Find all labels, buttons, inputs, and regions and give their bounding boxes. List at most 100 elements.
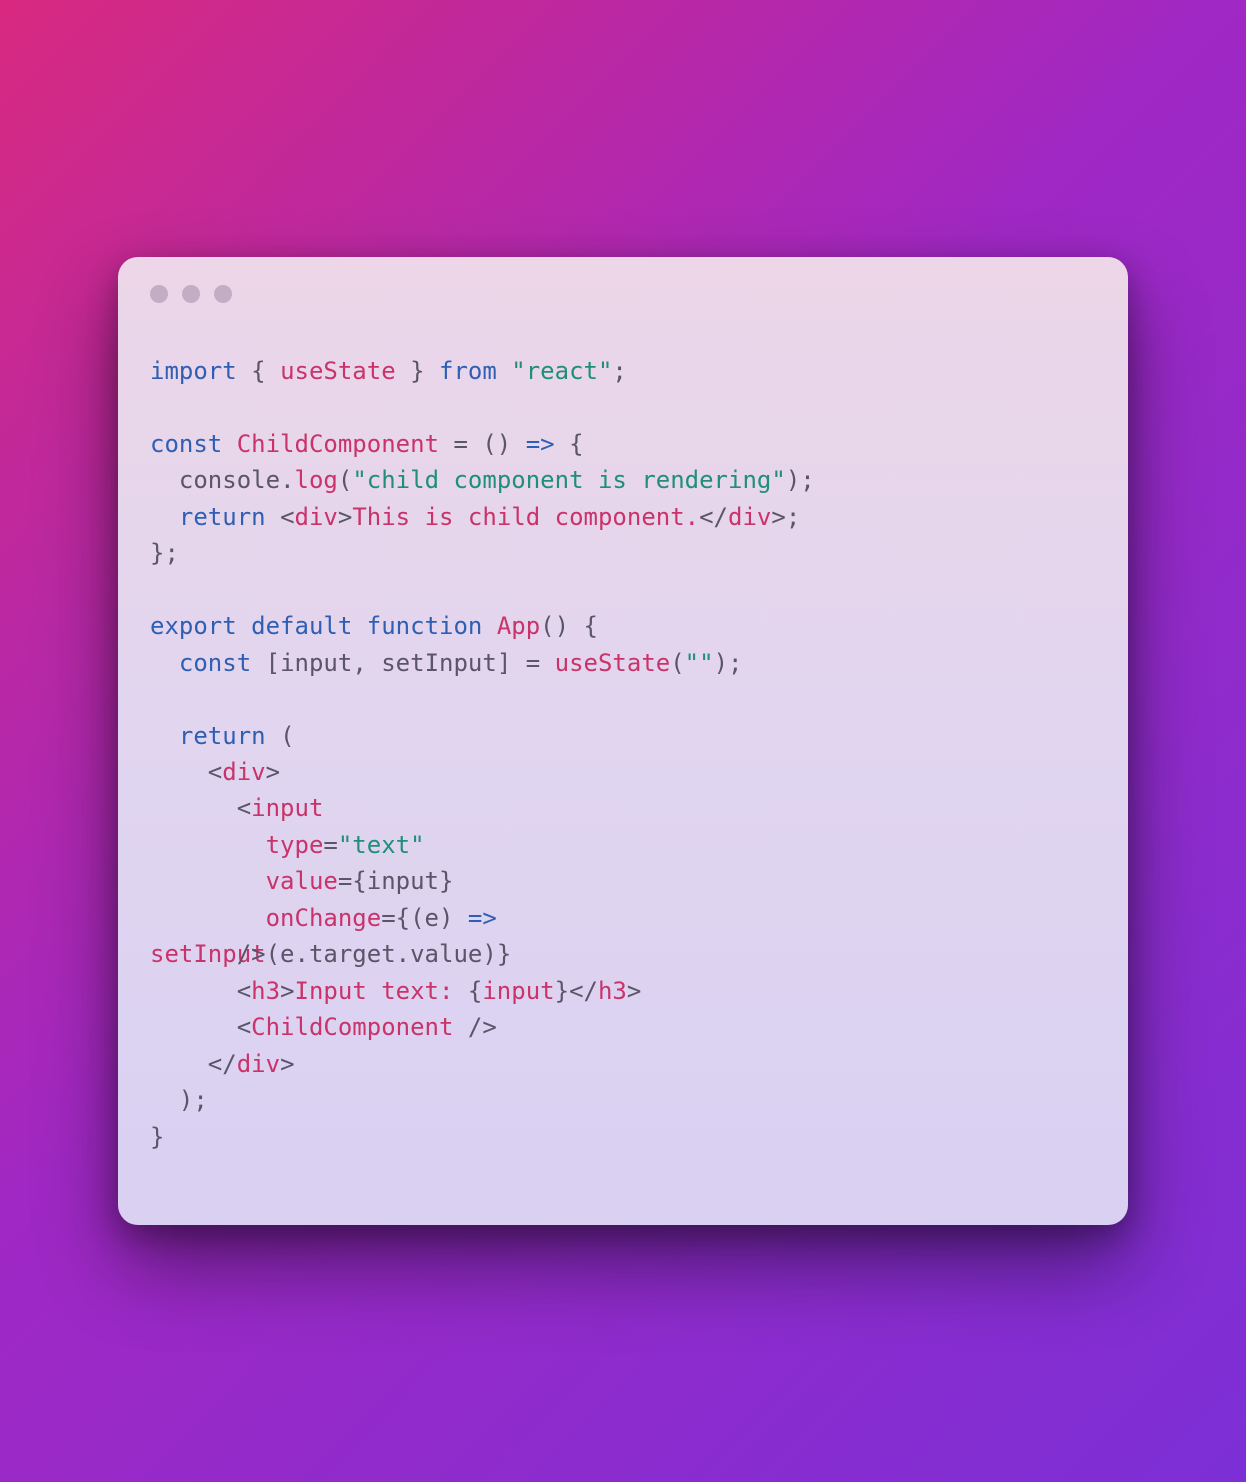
code-line: <div> [150,758,280,786]
tag-h3: h3 [598,977,627,1005]
space [511,649,525,677]
equals: = [323,831,337,859]
tag-div: div [295,503,338,531]
keyword-return: return [179,722,266,750]
indent [150,831,266,859]
indent [150,758,208,786]
call-usestate: useState [555,649,671,677]
equals: = [526,649,540,677]
equals: = [381,904,395,932]
paren: ) [786,466,800,494]
identifier-e: e [425,904,439,932]
identifier-childcomponent: ChildComponent [237,430,439,458]
semicolon: ; [800,466,814,494]
angle-bracket: </ [699,503,728,531]
brace: } [396,357,439,385]
space [569,612,583,640]
jsx-text: Input text: [295,977,468,1005]
keyword-function: function [367,612,483,640]
paren: ( [670,649,684,677]
space [266,722,280,750]
maximize-icon[interactable] [214,285,232,303]
tag-div: div [728,503,771,531]
paren: ) [439,904,453,932]
angle-bracket: > [627,977,641,1005]
angle-bracket: > [266,758,280,786]
semicolon: ; [786,503,800,531]
self-close: /> [237,940,266,968]
angle-bracket: > [280,1050,294,1078]
code-line: export default function App() { [150,612,598,640]
parens: () [482,430,511,458]
keyword-return: return [179,503,266,531]
indent [150,904,266,932]
code-block: import { useState } from "react"; const … [118,313,1128,1155]
identifier-setinput: setInput [381,649,497,677]
indent [150,977,237,1005]
indent [150,1050,208,1078]
keyword-from: from [439,357,497,385]
code-line: import { useState } from "react"; [150,357,627,385]
semicolon: ; [728,649,742,677]
code-line: const ChildComponent = () => { [150,430,584,458]
space [237,612,251,640]
identifier-input: input [367,867,439,895]
angle-bracket: > [338,503,352,531]
angle-bracket: </ [208,1050,237,1078]
identifier-input: input [280,649,352,677]
indent [150,794,237,822]
paren: ) [482,940,496,968]
overlap-wrapper: /> [150,936,266,972]
indent [150,867,266,895]
attr-value: value [266,867,338,895]
indent [150,649,179,677]
semicolon: ; [612,357,626,385]
space [555,430,569,458]
dot: . [295,940,309,968]
indent [150,1086,179,1114]
close-icon[interactable] [150,285,168,303]
angle-bracket: > [771,503,785,531]
brace: } [439,867,453,895]
string-literal: "child component is rendering" [352,466,785,494]
brace: { [237,357,280,385]
code-line: value={input} [150,867,453,895]
tag-h3: h3 [251,977,280,1005]
code-line: console.log("child component is renderin… [150,466,815,494]
indent [150,722,179,750]
angle-bracket: < [237,1013,251,1041]
string-empty: "" [685,649,714,677]
indent [150,940,237,968]
code-line: </div> [150,1050,295,1078]
tag-div: div [237,1050,280,1078]
identifier-useState: useState [280,357,396,385]
identifier-app: App [497,612,540,640]
paren: ( [338,466,352,494]
space [352,612,366,640]
code-window: import { useState } from "react"; const … [118,257,1128,1225]
code-line: onChange={(e) => [150,904,497,932]
identifier-console: console [179,466,280,494]
arrow: => [526,430,555,458]
space [453,904,467,932]
space [511,430,525,458]
indent [150,1013,237,1041]
equals: = [338,867,352,895]
close-paren: ); [179,1086,208,1114]
angle-bracket: < [237,794,251,822]
attr-onchange: onChange [266,904,382,932]
brace: } [555,977,569,1005]
dot: . [280,466,294,494]
paren: ( [280,722,294,750]
brace: { [396,904,410,932]
keyword-export: export [150,612,237,640]
self-close: /> [468,1013,497,1041]
space [497,357,511,385]
identifier-input: input [482,977,554,1005]
angle-bracket: < [280,503,294,531]
code-line: } [150,1123,164,1151]
bracket: ] [497,649,511,677]
code-line: <h3>Input text: {input}</h3> [150,977,641,1005]
comma: , [352,649,381,677]
minimize-icon[interactable] [182,285,200,303]
